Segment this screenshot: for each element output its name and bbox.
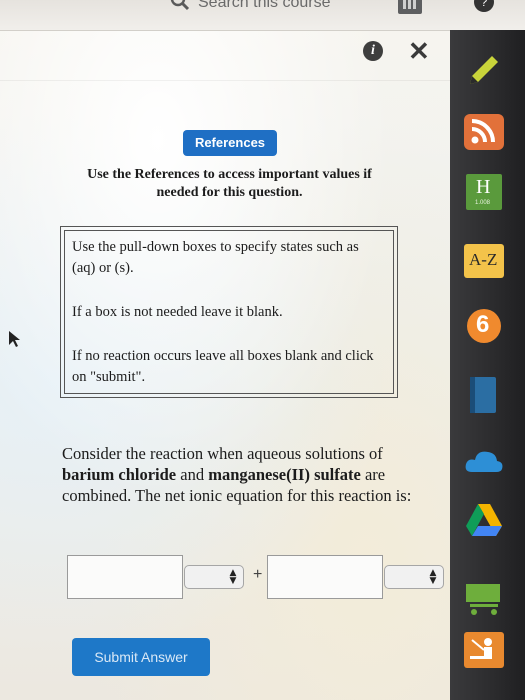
references-button[interactable]: References <box>183 130 277 156</box>
top-bar: Search this course ? <box>0 0 525 31</box>
help-icon[interactable]: ? <box>474 0 494 12</box>
periodic-table-label: H <box>476 176 491 198</box>
periodic-table-icon[interactable]: H 1.008 <box>462 172 506 212</box>
species-1-input[interactable] <box>67 555 183 599</box>
question-part1: Consider the reaction when aqueous solut… <box>62 444 383 463</box>
reactant-2: manganese(II) sulfate <box>208 465 361 484</box>
question-part2: and <box>176 465 209 484</box>
instructions-box: Use the pull-down boxes to specify state… <box>60 226 398 398</box>
cursor-icon <box>8 330 22 348</box>
glossary-icon[interactable]: A-Z <box>462 242 506 282</box>
periodic-table-sublabel: 1.008 <box>475 200 491 206</box>
info-icon[interactable]: i <box>363 41 383 61</box>
bar-chart-icon[interactable] <box>398 0 422 14</box>
state-2-select[interactable]: ▲ ▼ <box>384 565 444 589</box>
instruction-1: Use the pull-down boxes to specify state… <box>72 239 359 276</box>
search-input[interactable]: Search this course <box>198 0 331 12</box>
submit-answer-button[interactable]: Submit Answer <box>72 638 210 676</box>
search-icon[interactable] <box>170 0 190 11</box>
divider <box>0 80 450 81</box>
instruction-3: If no reaction occurs leave all boxes bl… <box>72 348 374 385</box>
reactant-1: barium chloride <box>62 465 177 484</box>
state-1-select[interactable]: ▲ ▼ <box>184 565 244 589</box>
question-text: Consider the reaction when aqueous solut… <box>62 443 412 506</box>
chevron-updown-icon: ▲ ▼ <box>229 568 237 586</box>
drive-icon[interactable] <box>462 500 506 540</box>
glossary-label: A-Z <box>469 250 498 269</box>
plus-sign: + <box>253 566 263 583</box>
chevron-updown-icon: ▲ ▼ <box>429 568 437 586</box>
teacher-icon[interactable] <box>462 630 506 670</box>
species-2-input[interactable] <box>267 555 383 599</box>
references-note: Use the References to access important v… <box>87 167 372 200</box>
instruction-2: If a box is not needed leave it blank. <box>72 304 283 320</box>
close-icon[interactable]: ✕ <box>408 38 430 64</box>
tool-dock: H 1.008 A-Z 6 <box>450 30 525 700</box>
rss-icon[interactable] <box>462 112 506 152</box>
six-label: 6 <box>476 311 490 338</box>
pencil-icon[interactable] <box>462 50 506 90</box>
cloud-icon[interactable] <box>462 442 506 482</box>
cart-icon[interactable] <box>462 578 506 618</box>
six-icon[interactable]: 6 <box>462 306 506 346</box>
instructions-inner: Use the pull-down boxes to specify state… <box>64 230 394 394</box>
book-icon[interactable] <box>462 375 506 415</box>
